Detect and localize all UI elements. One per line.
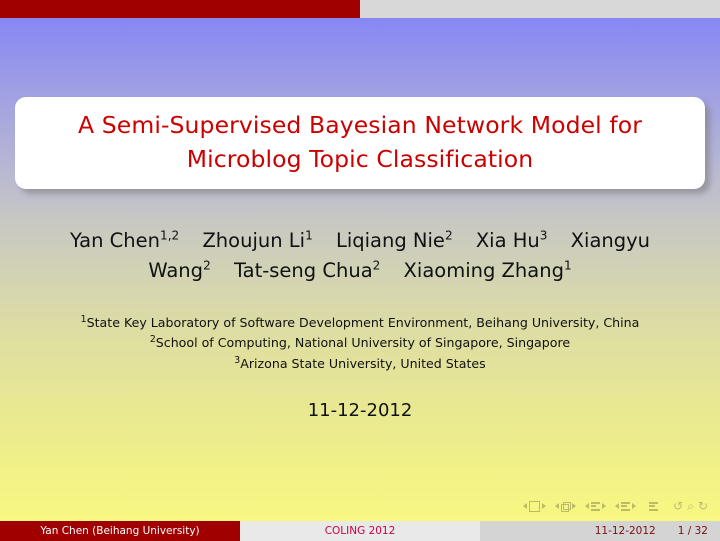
subsection-nav-group[interactable] <box>585 501 607 511</box>
author-line-1: Yan Chen1,2 Zhoujun Li1 Liqiang Nie2 Xia… <box>55 226 665 256</box>
beamer-navigation-bar[interactable]: ↺ ⌕ ↻ <box>523 500 708 512</box>
footer-bar: Yan Chen (Beihang University) COLING 201… <box>0 521 720 541</box>
footer-conference: COLING 2012 <box>240 521 480 541</box>
author-name-2: Liqiang Nie <box>335 229 445 252</box>
author-sup-2: 2 <box>444 228 453 243</box>
search-icon[interactable]: ⌕ <box>687 500 694 512</box>
footer-right: 11-12-2012 1 / 32 <box>480 521 720 541</box>
slide-nav-icon[interactable] <box>529 500 541 512</box>
author-sup-3: 3 <box>539 228 548 243</box>
frame-nav-group[interactable] <box>555 501 577 512</box>
affiliation-text-1: State Key Laboratory of Software Develop… <box>86 315 640 330</box>
author-sup-0: 1,2 <box>160 228 180 243</box>
next-subsection-icon[interactable] <box>602 503 607 509</box>
section-nav-group[interactable] <box>615 501 637 511</box>
presentation-date: 11-12-2012 <box>307 400 413 421</box>
previous-subsection-icon[interactable] <box>585 503 590 509</box>
presentation-slide: A Semi-Supervised Bayesian Network Model… <box>0 0 720 541</box>
affiliation-3: 3Arizona State University, United States <box>30 354 690 374</box>
author-sup-4: 2 <box>203 258 211 273</box>
affiliation-text-3: Arizona State University, United States <box>240 355 486 371</box>
title-line-1: A Semi-Supervised Bayesian Network Model… <box>78 111 642 140</box>
previous-section-icon[interactable] <box>615 503 620 509</box>
author-list: Yan Chen1,2 Zhoujun Li1 Liqiang Nie2 Xia… <box>55 226 665 286</box>
header-bar-left <box>0 0 360 18</box>
footer-page-number: 1 / 32 <box>677 525 708 537</box>
previous-slide-icon[interactable] <box>523 503 528 509</box>
document-nav-icon[interactable] <box>649 501 659 511</box>
next-frame-icon[interactable] <box>572 503 577 509</box>
history-nav-group[interactable]: ↺ ⌕ ↻ <box>671 500 708 512</box>
back-icon[interactable]: ↺ <box>673 500 683 512</box>
author-sup-1: 1 <box>305 228 313 243</box>
author-sup-5: 2 <box>372 258 381 273</box>
affiliation-text-2: School of Computing, National University… <box>155 335 571 351</box>
header-bar-right <box>360 0 720 18</box>
slide-nav-group[interactable] <box>523 500 547 512</box>
page-title: A Semi-Supervised Bayesian Network Model… <box>56 109 664 176</box>
title-box: A Semi-Supervised Bayesian Network Model… <box>15 97 705 189</box>
author-name-4-last: Wang <box>148 259 204 283</box>
affiliation-1: 1State Key Laboratory of Software Develo… <box>30 313 690 333</box>
subsection-nav-icon[interactable] <box>591 501 601 511</box>
author-name-1: Zhoujun Li <box>202 229 306 252</box>
forward-icon[interactable]: ↻ <box>698 500 708 512</box>
next-section-icon[interactable] <box>632 503 637 509</box>
author-name-0: Yan Chen <box>69 229 161 252</box>
footer-author: Yan Chen (Beihang University) <box>0 521 240 541</box>
title-line-2: Microblog Topic Classification <box>186 145 534 173</box>
frame-nav-icon[interactable] <box>561 501 572 512</box>
affiliation-2: 2School of Computing, National Universit… <box>30 333 690 353</box>
section-nav-icon[interactable] <box>621 501 631 511</box>
previous-frame-icon[interactable] <box>555 503 560 509</box>
author-line-2: Wang2 Tat-seng Chua2 Xiaoming Zhang1 <box>55 256 665 286</box>
document-nav-group[interactable] <box>649 501 659 511</box>
affiliation-list: 1State Key Laboratory of Software Develo… <box>30 313 690 374</box>
author-sup-6: 1 <box>563 258 572 273</box>
author-name-5: Tat-seng Chua <box>233 259 373 283</box>
author-name-3: Xia Hu <box>475 229 540 252</box>
next-slide-icon[interactable] <box>542 503 547 509</box>
author-name-4-first: Xiangyu <box>570 229 651 252</box>
footer-date: 11-12-2012 <box>594 525 656 537</box>
author-name-6: Xiaoming Zhang <box>403 259 564 283</box>
